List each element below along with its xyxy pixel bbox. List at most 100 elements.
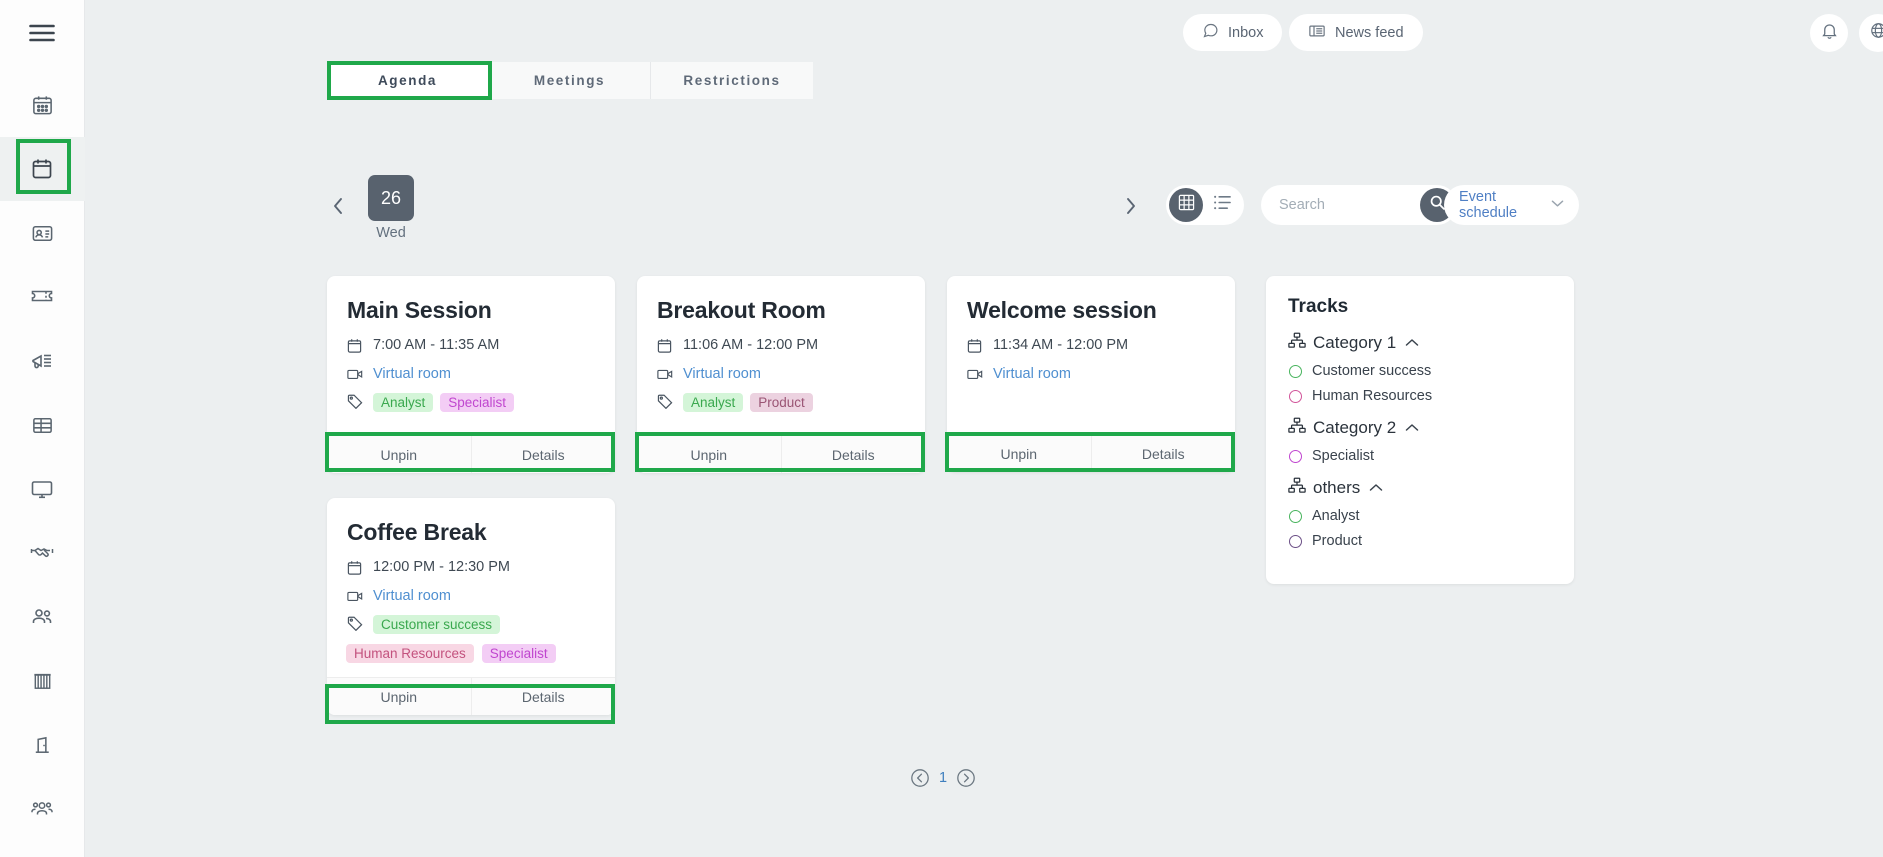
tracks-title: Tracks xyxy=(1288,296,1349,317)
selected-day-chip[interactable]: 26 xyxy=(368,175,414,221)
next-day-button[interactable] xyxy=(1120,193,1142,223)
track-item[interactable]: Analyst xyxy=(1289,508,1552,524)
hamburger-menu-button[interactable] xyxy=(0,0,85,66)
grid-view-icon xyxy=(1178,194,1195,216)
unpin-button[interactable]: Unpin xyxy=(327,678,472,715)
card-tags: Analyst Product xyxy=(683,393,813,412)
id-card-icon xyxy=(31,222,54,245)
tab-restrictions-label: Restrictions xyxy=(683,73,781,88)
card-time: 11:34 AM - 12:00 PM xyxy=(993,337,1129,353)
megaphone-icon xyxy=(30,349,54,373)
sidebar-item-tickets[interactable] xyxy=(0,265,85,329)
tab-agenda-label: Agenda xyxy=(377,73,438,88)
details-button[interactable]: Details xyxy=(1092,435,1236,472)
unpin-button[interactable]: Unpin xyxy=(637,436,782,473)
card-tags-overflow: Human Resources Specialist xyxy=(346,644,595,663)
card-room-link[interactable]: Virtual room xyxy=(683,366,761,382)
agenda-card-main-session[interactable]: Main Session 7:00 AM - 11:35 AM Virtual … xyxy=(327,276,615,473)
pagination-prev-button[interactable] xyxy=(910,768,930,788)
track-color-dot xyxy=(1289,364,1302,378)
unpin-button[interactable]: Unpin xyxy=(947,435,1092,472)
sidebar-item-sponsors[interactable] xyxy=(0,521,85,585)
tag[interactable]: Customer success xyxy=(373,615,501,634)
card-body: Breakout Room 11:06 AM - 12:00 PM Virtua… xyxy=(637,276,925,435)
track-item[interactable]: Customer success xyxy=(1289,363,1552,379)
video-camera-icon xyxy=(347,366,364,386)
track-item[interactable]: Human Resources xyxy=(1289,388,1552,404)
track-item[interactable]: Specialist xyxy=(1289,448,1552,464)
tag[interactable]: Specialist xyxy=(440,393,515,412)
sidebar-item-venue[interactable] xyxy=(0,649,85,713)
sidebar-item-agenda-calendar[interactable] xyxy=(0,137,85,201)
chevron-left-icon xyxy=(332,197,344,220)
sidebar-item-rooms[interactable] xyxy=(0,713,85,777)
sidebar-item-reports-table[interactable] xyxy=(0,393,85,457)
card-room-link[interactable]: Virtual room xyxy=(373,366,451,382)
tag[interactable]: Specialist xyxy=(481,644,556,663)
agenda-card-coffee-break[interactable]: Coffee Break 12:00 PM - 12:30 PM Virtual… xyxy=(327,498,615,715)
card-body: Welcome session 11:34 AM - 12:00 PM Virt… xyxy=(947,276,1235,434)
tag[interactable]: Analyst xyxy=(683,393,744,412)
track-label: Analyst xyxy=(1312,508,1360,524)
track-color-dot xyxy=(1289,534,1302,548)
card-room-link[interactable]: Virtual room xyxy=(373,588,451,604)
details-button[interactable]: Details xyxy=(472,678,616,715)
grid-view-button[interactable] xyxy=(1169,188,1203,222)
card-room-row: Virtual room xyxy=(657,366,905,386)
notifications-button[interactable] xyxy=(1810,14,1848,52)
track-category-label: others xyxy=(1313,478,1361,497)
sidebar-item-events-calendar[interactable] xyxy=(0,73,85,137)
tab-restrictions[interactable]: Restrictions xyxy=(651,62,813,99)
tag[interactable]: Product xyxy=(750,393,813,412)
card-time-row: 7:00 AM - 11:35 AM xyxy=(347,337,595,359)
track-category-1[interactable]: Category 1 xyxy=(1288,332,1552,354)
chevron-up-icon xyxy=(1405,336,1419,350)
card-title: Coffee Break xyxy=(347,519,487,545)
tab-agenda[interactable]: Agenda xyxy=(327,62,489,99)
prev-day-button[interactable] xyxy=(327,193,349,223)
list-view-icon xyxy=(1213,194,1232,216)
track-category-2[interactable]: Category 2 xyxy=(1288,417,1552,439)
track-label: Specialist xyxy=(1312,448,1375,464)
calendar-days-icon xyxy=(31,94,54,117)
tag[interactable]: Human Resources xyxy=(346,644,474,663)
agenda-card-breakout-room[interactable]: Breakout Room 11:06 AM - 12:00 PM Virtua… xyxy=(637,276,925,473)
sidebar-item-groups[interactable] xyxy=(0,777,85,841)
sidebar-item-campaigns[interactable] xyxy=(0,329,85,393)
list-view-button[interactable] xyxy=(1209,192,1235,218)
tab-meetings[interactable]: Meetings xyxy=(489,62,651,99)
card-time: 11:06 AM - 12:00 PM xyxy=(683,337,819,353)
chevron-up-icon xyxy=(1405,421,1419,435)
video-camera-icon xyxy=(967,366,984,386)
tag[interactable]: Analyst xyxy=(373,393,434,412)
pagination: 1 xyxy=(910,768,976,788)
calendar-icon xyxy=(657,337,674,359)
card-tags: Analyst Specialist xyxy=(373,393,515,412)
pagination-next-button[interactable] xyxy=(956,768,976,788)
event-schedule-dropdown[interactable]: Event schedule xyxy=(1444,185,1579,225)
track-item[interactable]: Product xyxy=(1289,533,1552,549)
pagination-page-number[interactable]: 1 xyxy=(939,770,947,786)
track-category-others[interactable]: others xyxy=(1288,477,1552,499)
track-label: Human Resources xyxy=(1312,388,1433,404)
details-button[interactable]: Details xyxy=(782,436,926,473)
details-button[interactable]: Details xyxy=(472,436,616,473)
chevron-down-icon xyxy=(1551,199,1564,211)
sidebar-item-attendees-badge[interactable] xyxy=(0,201,85,265)
language-button[interactable] xyxy=(1859,14,1883,52)
chevron-right-icon xyxy=(1125,197,1137,220)
search-input[interactable] xyxy=(1279,197,1399,213)
people-group-icon xyxy=(30,797,54,821)
card-room-link[interactable]: Virtual room xyxy=(993,366,1071,382)
chat-bubble-icon xyxy=(1202,22,1219,43)
inbox-button[interactable]: Inbox xyxy=(1183,14,1283,51)
door-icon xyxy=(31,734,54,757)
sidebar-item-people[interactable] xyxy=(0,585,85,649)
agenda-card-welcome-session[interactable]: Welcome session 11:34 AM - 12:00 PM Virt… xyxy=(947,276,1235,472)
news-feed-button[interactable]: News feed xyxy=(1289,14,1423,51)
card-tags-row: Analyst Product xyxy=(657,393,905,414)
sidebar-item-virtual-stage[interactable] xyxy=(0,457,85,521)
track-color-dot xyxy=(1289,389,1302,403)
unpin-button[interactable]: Unpin xyxy=(327,436,472,473)
calendar-icon xyxy=(347,559,364,581)
